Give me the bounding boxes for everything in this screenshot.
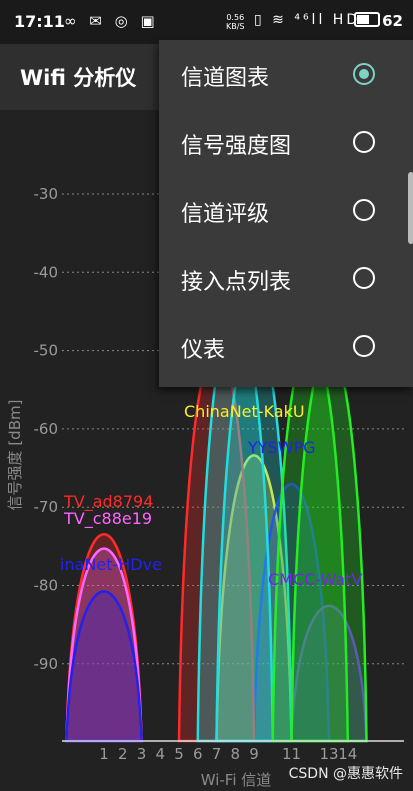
watermark: CSDN @惠惠软件 (288, 766, 403, 782)
menu-item-signal-strength[interactable]: 信号强度图 (159, 110, 413, 178)
x-tick-label: 3 (137, 745, 147, 763)
y-tick-label: -90 (34, 655, 59, 673)
x-tick-label: 8 (230, 745, 240, 763)
radio-unchecked-icon[interactable] (353, 335, 375, 357)
menu-item-label: 接入点列表 (181, 270, 292, 295)
network-label: ChinaNet-KakU (184, 402, 305, 421)
menu-item-label: 仪表 (181, 338, 226, 363)
menu-item-access-point-list[interactable]: 接入点列表 (159, 246, 413, 314)
y-tick-label: -80 (34, 577, 59, 595)
battery-icon (354, 12, 381, 27)
network-label: CMCC-WatV (268, 570, 362, 589)
x-tick-label: 5 (174, 745, 184, 763)
radio-unchecked-icon[interactable] (353, 131, 375, 153)
menu-item-label: 信道评级 (181, 202, 270, 227)
network-speed-unit: KB/S (226, 22, 245, 31)
network-label: YYSWPG (247, 438, 316, 457)
x-axis-label: Wi-Fi 信道 (201, 771, 272, 789)
y-tick-label: -30 (34, 185, 59, 203)
x-tick-label: 14 (338, 745, 357, 763)
signal-icons: ▯ ≋ ⁴⁶ll HD (254, 12, 361, 28)
x-tick-label: 13 (319, 745, 338, 763)
status-time: 17:11 (14, 12, 65, 31)
menu-item-label: 信道图表 (181, 66, 270, 91)
overflow-menu: 信道图表 信号强度图 信道评级 接入点列表 仪表 (159, 40, 413, 387)
radio-checked-icon[interactable] (353, 63, 375, 85)
network-label: TV_c88e19 (63, 509, 152, 529)
radio-unchecked-icon[interactable] (353, 199, 375, 221)
scrollbar-handle[interactable] (408, 172, 413, 244)
x-tick-label: 11 (282, 745, 301, 763)
x-tick-label: 6 (193, 745, 203, 763)
network-label: inaNet-HDve (60, 555, 162, 574)
y-tick-label: -50 (34, 342, 59, 360)
x-tick-label: 7 (212, 745, 222, 763)
notification-icons: ∞ ✉ ◎ ▣ (64, 12, 159, 30)
x-tick-label: 1 (99, 745, 109, 763)
y-tick-label: -40 (34, 263, 59, 281)
app-title: Wifi 分析仪 (20, 66, 137, 90)
x-tick-label: 4 (155, 745, 165, 763)
menu-item-channel-rating[interactable]: 信道评级 (159, 178, 413, 246)
status-bar: 17:11 ∞ ✉ ◎ ▣ 0.56 KB/S ▯ ≋ ⁴⁶ll HD 62 (0, 0, 413, 44)
y-tick-label: -70 (34, 498, 59, 516)
network-speed: 0.56 KB/S (226, 13, 245, 31)
menu-item-channel-chart[interactable]: 信道图表 (159, 42, 413, 110)
menu-item-label: 信号强度图 (181, 134, 292, 159)
battery-indicator: 62 (354, 12, 403, 30)
x-tick-label: 2 (118, 745, 128, 763)
network-speed-value: 0.56 (226, 13, 245, 22)
x-tick-label: 9 (249, 745, 259, 763)
y-tick-label: -60 (34, 420, 59, 438)
menu-item-meter[interactable]: 仪表 (159, 314, 413, 382)
y-axis-label: 信号强度 [dBm] (6, 400, 24, 511)
battery-level: 62 (382, 12, 403, 30)
radio-unchecked-icon[interactable] (353, 267, 375, 289)
